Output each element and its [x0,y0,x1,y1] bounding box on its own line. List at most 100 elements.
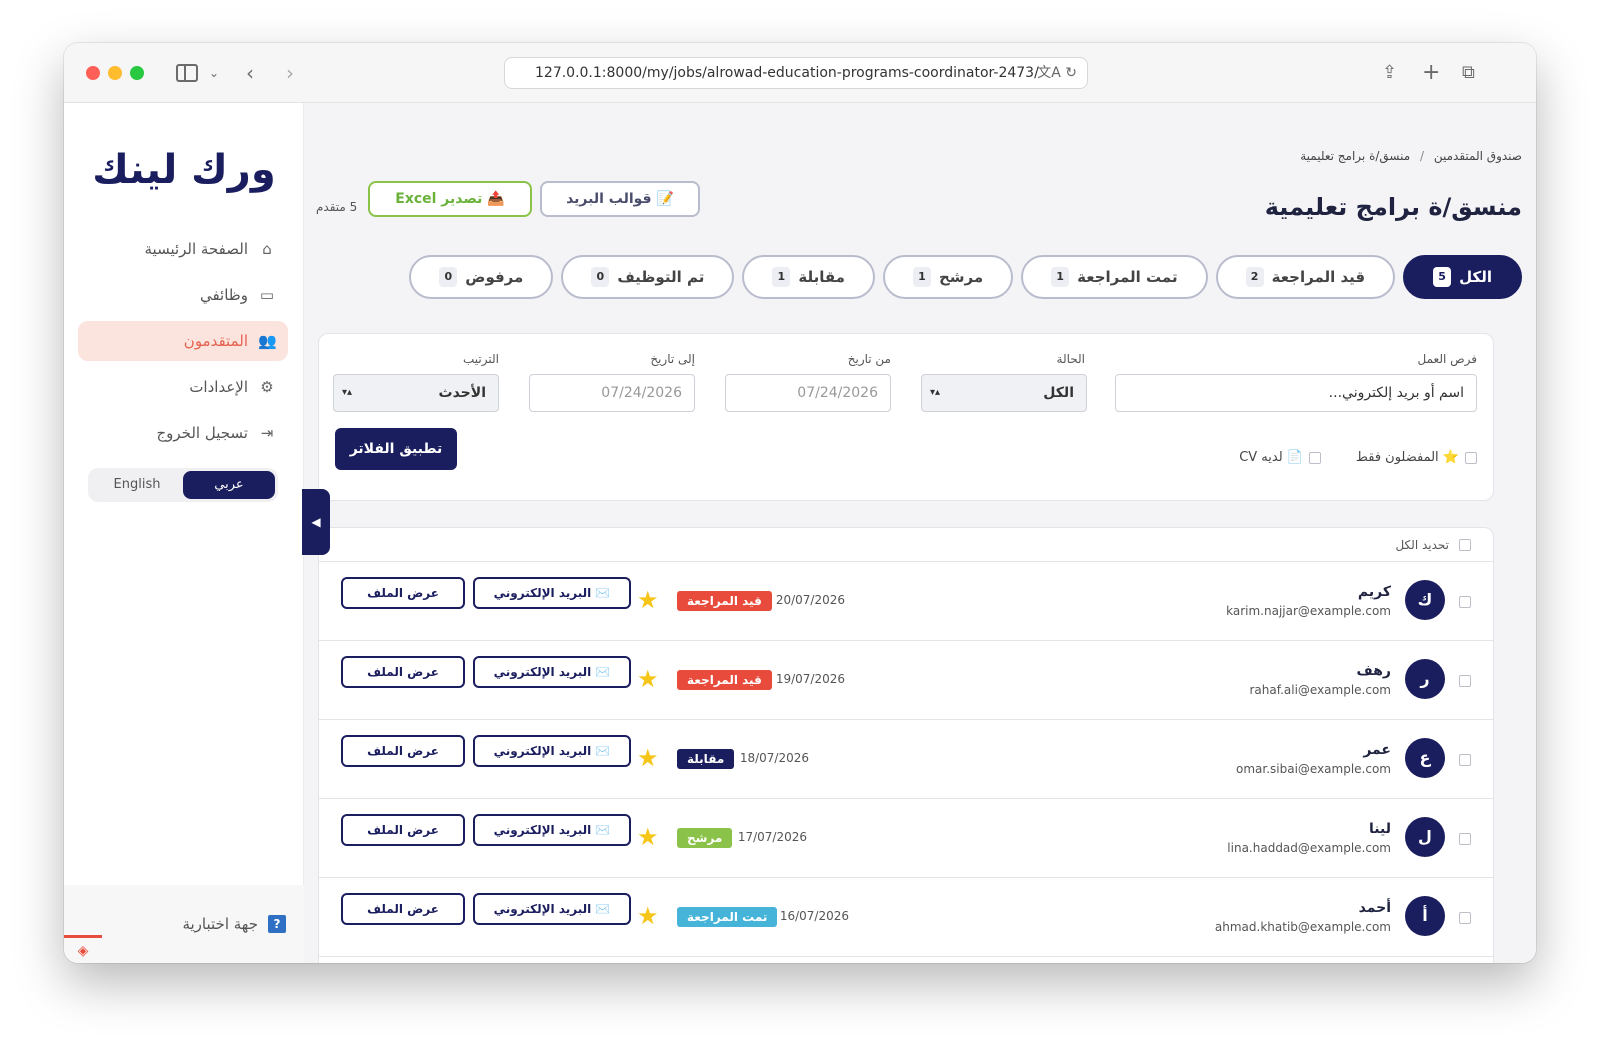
applicant-email: ahmad.khatib@example.com [1214,920,1391,934]
tab-count: 2 [1245,267,1264,287]
email-templates-button[interactable]: 📝 قوالب البريد [540,181,700,217]
star-icon[interactable]: ★ [637,586,659,614]
chevron-down-icon[interactable]: ⌄ [209,59,219,87]
breadcrumb: صندوق المتقدمين / منسق/ة برامج تعليمية [1300,149,1522,163]
applicant-name: رهف [1356,663,1391,679]
collapse-sidebar-button[interactable]: ◀ [302,489,330,555]
reload-icon[interactable]: ↻ [1065,65,1077,81]
sidebar-item-label: وظائفي [199,286,248,304]
favorites-checkbox[interactable] [1465,451,1477,464]
star-icon[interactable]: ★ [637,744,659,772]
from-date-input[interactable]: 07/24/2026 [725,374,891,412]
from-date-label: من تاريخ [847,352,891,366]
status-tabs: الكل 5 قيد المراجعة 2 تمت المراجعة 1 مرش… [409,255,1522,299]
tab-count: 0 [439,267,458,287]
address-bar[interactable]: 127.0.0.1:8000/my/jobs/alrowad-education… [504,57,1088,89]
tabs-overview-icon[interactable]: ⧉ [1462,59,1475,87]
view-profile-button[interactable]: عرض الملف [341,656,465,688]
applicants-list: تحديد الكل ك كريم karim.najjar@example.c… [318,527,1494,963]
star-icon[interactable]: ★ [637,823,659,851]
sidebar-item-my-jobs[interactable]: ▭ وظائفي [78,275,288,315]
email-button[interactable]: ✉️ البريد الإلكتروني [473,735,631,767]
tab-interview[interactable]: مقابلة 1 [742,255,875,299]
status-select[interactable]: الكل ▴▾ [921,374,1087,412]
debug-toolbar-icon[interactable]: ◈ [64,935,102,963]
sidebar-item-settings[interactable]: ⚙ الإعدادات [78,367,288,407]
translate-icon[interactable]: 文A [1037,65,1061,81]
new-tab-icon[interactable]: + [1422,59,1440,87]
export-excel-button[interactable]: 📤 تصدير Excel [368,181,532,217]
status-filter-label: الحالة [1056,352,1085,366]
sort-select[interactable]: الأحدث ▴▾ [333,374,499,412]
minimize-window-button[interactable] [108,66,122,80]
language-switcher: English عربي [88,468,278,502]
email-button[interactable]: ✉️ البريد الإلكتروني [473,814,631,846]
help-icon: ? [268,915,286,933]
avatar: ك [1405,580,1445,620]
list-header: تحديد الكل [319,528,1493,562]
app-logo[interactable]: ورك لينك [64,147,304,193]
email-button[interactable]: ✉️ البريد الإلكتروني [473,893,631,925]
select-arrows-icon: ▴▾ [930,387,941,398]
status-badge: قيد المراجعة [677,591,772,611]
sidebar-item-home[interactable]: ⌂ الصفحة الرئيسية [78,229,288,269]
favorites-filter[interactable]: ⭐ المفضلون فقط [1356,450,1477,465]
search-input[interactable]: اسم أو بريد إلكتروني... [1115,374,1477,412]
title-bar: ⌄ ‹ › 127.0.0.1:8000/my/jobs/alrowad-edu… [64,43,1536,103]
row-checkbox[interactable] [1459,754,1471,766]
applicant-name: لينا [1369,821,1391,837]
tab-all[interactable]: الكل 5 [1403,255,1522,299]
table-row: أ أحمد ahmad.khatib@example.com 16/07/20… [319,878,1493,957]
star-icon[interactable]: ★ [637,902,659,930]
tab-label: تمت المراجعة [1077,268,1178,286]
row-checkbox[interactable] [1459,675,1471,687]
close-window-button[interactable] [86,66,100,80]
share-icon[interactable]: ⇪ [1382,59,1397,87]
row-checkbox[interactable] [1459,596,1471,608]
tab-under-review[interactable]: قيد المراجعة 2 [1215,255,1396,299]
tab-rejected[interactable]: مرفوض 0 [409,255,554,299]
applied-date: 16/07/2026 [779,909,849,923]
sidebar-item-logout[interactable]: ⇥ تسجيل الخروج [78,413,288,453]
status-select-value: الكل [1043,385,1074,401]
sidebar-item-label: الصفحة الرئيسية [144,240,249,258]
tab-hired[interactable]: تم التوظيف 0 [561,255,735,299]
logout-icon: ⇥ [260,424,274,442]
has-cv-checkbox[interactable] [1309,451,1321,464]
avatar: ل [1405,817,1445,857]
view-profile-button[interactable]: عرض الملف [341,814,465,846]
tab-shortlisted[interactable]: مرشح 1 [882,255,1014,299]
sidebar-item-label: تسجيل الخروج [156,424,248,442]
view-profile-button[interactable]: عرض الملف [341,735,465,767]
has-cv-filter[interactable]: 📄 لديه CV [1239,450,1321,465]
tab-count: 1 [912,267,931,287]
filters-panel: فرص العمل اسم أو بريد إلكتروني... الحالة… [318,333,1494,501]
star-icon[interactable]: ★ [637,665,659,693]
view-profile-button[interactable]: عرض الملف [341,577,465,609]
status-badge: قيد المراجعة [677,670,772,690]
email-button[interactable]: ✉️ البريد الإلكتروني [473,577,631,609]
row-checkbox[interactable] [1459,912,1471,924]
apply-filters-button[interactable]: تطبيق الفلاتر [335,428,457,470]
forward-icon[interactable]: › [286,59,294,87]
to-date-input[interactable]: 07/24/2026 [529,374,695,412]
lang-english-button[interactable]: English [91,471,183,499]
applied-date: 19/07/2026 [775,672,845,686]
lang-arabic-button[interactable]: عربي [183,471,275,499]
select-all-label: تحديد الكل [1395,537,1449,552]
zoom-window-button[interactable] [130,66,144,80]
applicant-email: lina.haddad@example.com [1227,841,1391,855]
sidebar-toggle-icon[interactable] [176,64,198,82]
to-date-label: إلى تاريخ [650,352,695,366]
tab-reviewed[interactable]: تمت المراجعة 1 [1021,255,1208,299]
breadcrumb-root[interactable]: صندوق المتقدمين [1434,149,1522,163]
email-button[interactable]: ✉️ البريد الإلكتروني [473,656,631,688]
breadcrumb-separator: / [1419,149,1425,163]
row-checkbox[interactable] [1459,833,1471,845]
browser-window: ⌄ ‹ › 127.0.0.1:8000/my/jobs/alrowad-edu… [64,43,1536,963]
sidebar-item-applicants[interactable]: 👥 المتقدمون [78,321,288,361]
back-icon[interactable]: ‹ [246,59,254,87]
sidebar-item-label: المتقدمون [183,332,248,350]
view-profile-button[interactable]: عرض الملف [341,893,465,925]
select-all-checkbox[interactable] [1459,538,1471,551]
